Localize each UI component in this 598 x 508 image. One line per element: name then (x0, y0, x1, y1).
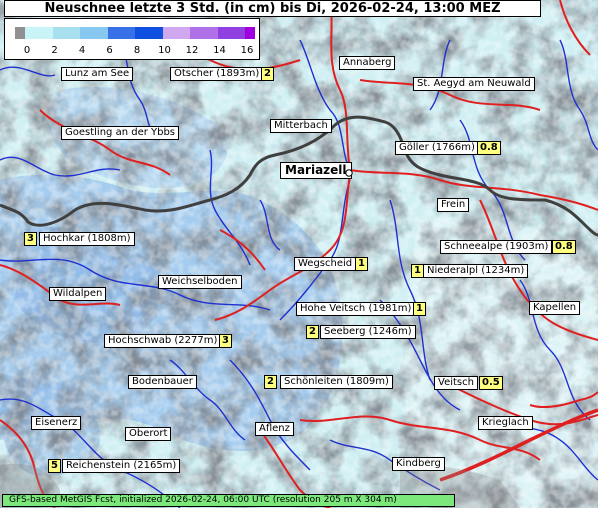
legend-tick-label: 10 (158, 45, 171, 56)
place-label-hochschwab: Hochschwab (2277m) (104, 334, 222, 348)
legend-swatch (245, 27, 255, 39)
place-label-schoenleiten: Schönleiten (1809m) (280, 375, 393, 389)
place-label-krieglach: Krieglach (478, 416, 533, 430)
place-label-weichselboden: Weichselboden (158, 275, 242, 289)
place-label-niederalpl: Niederalpl (1234m) (423, 264, 529, 278)
place-label-seeberg: Seeberg (1246m) (320, 325, 416, 339)
legend-swatch (15, 27, 25, 39)
snow-value-seeberg: 2 (306, 325, 319, 339)
place-label-kapellen: Kapellen (529, 301, 581, 315)
place-label-schneealpe: Schneealpe (1903m) (440, 240, 553, 254)
snow-value-hochkar: 3 (24, 232, 37, 246)
legend-tick-label: 0 (23, 45, 31, 56)
legend-swatch (190, 27, 218, 39)
place-label-wegscheid: Wegscheid (294, 257, 357, 271)
legend-tick-label: 4 (78, 45, 86, 56)
legend-tick-label: 2 (51, 45, 58, 56)
legend-tick-label: 14 (213, 45, 226, 56)
legend-swatch (80, 27, 108, 39)
place-label-wildalpen: Wildalpen (49, 287, 107, 301)
legend-tick-label: 6 (106, 45, 113, 56)
snow-value-veitsch: 0.5 (479, 376, 503, 390)
place-label-goestling: Goestling an der Ybbs (61, 126, 180, 140)
model-info-footer: GFS-based MetGIS Fcst, initialized 2026-… (2, 494, 455, 507)
city-marker-icon (345, 169, 353, 177)
snow-value-schneealpe: 0.8 (552, 240, 576, 254)
place-label-reichenstein: Reichenstein (2165m) (62, 459, 181, 473)
legend-swatch (162, 27, 190, 39)
snow-value-schoenleiten: 2 (264, 375, 277, 389)
place-label-oetscher: Ötscher (1893m) (170, 67, 264, 81)
snow-value-hohe-veitsch: 1 (413, 302, 426, 316)
legend-tick-label: 12 (185, 45, 199, 56)
place-label-hochkar: Hochkar (1808m) (39, 232, 135, 246)
snow-value-reichenstein: 5 (48, 459, 61, 473)
snow-value-wegscheid: 1 (355, 257, 368, 271)
snow-value-oetscher: 2 (261, 67, 274, 81)
place-label-st-aegyd: St. Aegyd am Neuwald (413, 77, 535, 91)
legend-swatch (107, 27, 135, 39)
color-legend: 0 2 4 6 8 10 12 14 16 (4, 18, 260, 60)
place-label-bodenbauer: Bodenbauer (128, 375, 197, 389)
legend-color-bar (15, 27, 255, 39)
map-title: Neuschnee letzte 3 Std. (in cm) bis Di, … (4, 0, 541, 17)
place-label-frein: Frein (437, 198, 470, 212)
legend-tick-label: 8 (133, 45, 141, 56)
legend-swatch (217, 27, 245, 39)
place-label-goeller: Göller (1766m) (395, 141, 479, 155)
legend-swatch (52, 27, 80, 39)
place-label-kindberg: Kindberg (392, 457, 445, 471)
place-label-lunz-am-see: Lunz am See (61, 67, 134, 81)
snow-value-goeller: 0.8 (477, 141, 501, 155)
place-label-eisenerz: Eisenerz (31, 416, 82, 430)
place-label-hohe-veitsch: Hohe Veitsch (1981m) (296, 302, 416, 316)
place-label-veitsch: Veitsch (434, 376, 478, 390)
snow-value-hochschwab: 3 (219, 334, 232, 348)
legend-tick-label: 16 (240, 45, 254, 56)
legend-swatch (135, 27, 163, 39)
legend-swatch (25, 27, 53, 39)
place-label-annaberg: Annaberg (339, 56, 396, 70)
place-label-mitterbach: Mitterbach (270, 119, 332, 133)
place-label-oberort: Oberort (125, 427, 172, 441)
snow-map: Neuschnee letzte 3 Std. (in cm) bis Di, … (0, 0, 598, 508)
place-label-mariazell: Mariazell (280, 162, 352, 179)
place-label-aflenz: Aflenz (255, 422, 294, 436)
